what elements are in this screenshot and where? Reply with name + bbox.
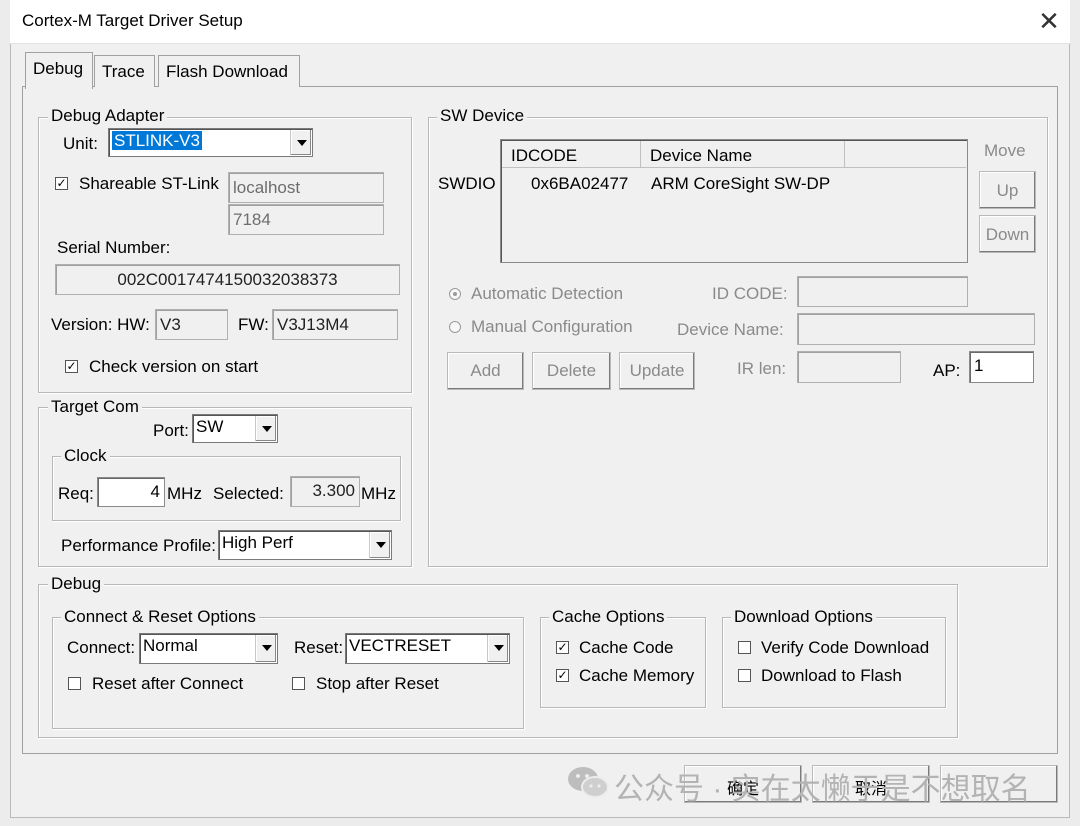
column-header-device-name[interactable]: Device Name — [641, 141, 845, 168]
version-hw-label: Version: HW: — [51, 315, 150, 334]
reset-label: Reset: — [294, 638, 344, 657]
id-code-label: ID CODE: — [712, 284, 788, 303]
ap-input[interactable]: 1 — [969, 351, 1034, 383]
fw-field[interactable]: V3J13M4 — [272, 309, 398, 340]
reset-after-connect-checkbox[interactable] — [68, 677, 81, 690]
shareable-label: Shareable ST-Link — [79, 174, 219, 193]
stop-after-reset-label: Stop after Reset — [316, 674, 439, 693]
fw-label: FW: — [238, 315, 269, 334]
ir-len-label: IR len: — [737, 359, 787, 378]
check-version-label: Check version on start — [89, 357, 259, 376]
add-button[interactable]: Add — [447, 352, 524, 390]
sw-device-label: SW Device — [437, 106, 528, 126]
connect-select[interactable]: Normal — [139, 633, 278, 664]
reset-after-connect-label: Reset after Connect — [92, 674, 244, 693]
reset-select[interactable]: VECTRESET — [345, 633, 510, 664]
row-idcode: 0x6BA02477 — [531, 174, 629, 193]
connect-label: Connect: — [67, 638, 136, 657]
serial-number-field[interactable]: 002C0017474150032038373 — [55, 264, 400, 295]
req-input[interactable]: 4 — [97, 477, 165, 507]
performance-profile-select[interactable]: High Perf — [218, 530, 392, 560]
manual-configuration-label: Manual Configuration — [471, 317, 633, 336]
debug-group-label: Debug — [48, 574, 105, 594]
table-row[interactable]: 0x6BA02477 ARM CoreSight SW-DP — [502, 168, 967, 196]
unit-select[interactable]: STLINK-V3 — [108, 128, 313, 157]
clock-label: Clock — [61, 446, 110, 466]
cache-options-group — [540, 617, 706, 708]
automatic-detection-radio[interactable] — [449, 288, 461, 300]
check-version-checkbox[interactable]: ✓ — [65, 360, 78, 373]
down-button[interactable]: Down — [979, 215, 1036, 253]
version-hw-field[interactable]: V3 — [155, 309, 228, 340]
device-name-field[interactable] — [797, 313, 1035, 345]
connect-reset-label: Connect & Reset Options — [61, 607, 259, 627]
tab-trace[interactable]: Trace — [94, 55, 155, 87]
serial-number-label: Serial Number: — [57, 238, 171, 257]
selected-field[interactable]: 3.300 — [290, 476, 360, 507]
tab-flash-download[interactable]: Flash Download — [158, 55, 300, 87]
tab-trace-label: Trace — [102, 62, 145, 81]
swdio-label: SWDIO — [438, 174, 496, 193]
device-table[interactable]: IDCODE Device Name 0x6BA02477 ARM CoreSi… — [500, 139, 968, 263]
tab-flash-download-label: Flash Download — [166, 62, 288, 81]
download-options-label: Download Options — [731, 607, 876, 627]
connect-value: Normal — [143, 636, 198, 655]
unit-value: STLINK-V3 — [112, 131, 202, 150]
performance-profile-value: High Perf — [222, 533, 293, 552]
delete-button[interactable]: Delete — [532, 352, 611, 390]
verify-download-checkbox[interactable] — [738, 641, 751, 654]
cache-memory-checkbox[interactable]: ✓ — [556, 669, 569, 682]
cache-code-checkbox[interactable]: ✓ — [556, 641, 569, 654]
update-button[interactable]: Update — [619, 352, 695, 390]
req-label: Req: — [58, 484, 94, 503]
chevron-down-icon[interactable] — [255, 416, 276, 441]
download-to-flash-label: Download to Flash — [761, 666, 902, 685]
verify-download-label: Verify Code Download — [761, 638, 930, 657]
mhz-label-req: MHz — [167, 484, 202, 503]
reset-value: VECTRESET — [349, 636, 452, 655]
performance-profile-label: Performance Profile: — [61, 536, 216, 555]
row-device-name: ARM CoreSight SW-DP — [651, 174, 831, 193]
download-options-group — [722, 617, 946, 708]
port-select[interactable]: SW — [192, 414, 278, 443]
close-icon[interactable]: ✕ — [1036, 6, 1062, 36]
chevron-down-icon[interactable] — [255, 635, 276, 662]
port-label: Port: — [153, 421, 189, 440]
column-header-idcode[interactable]: IDCODE — [502, 141, 641, 168]
id-code-field[interactable] — [797, 276, 968, 307]
shareable-checkbox[interactable]: ✓ — [55, 177, 68, 190]
chevron-down-icon[interactable] — [487, 635, 508, 662]
chevron-down-icon[interactable] — [369, 532, 390, 558]
debug-adapter-label: Debug Adapter — [48, 106, 168, 126]
cache-options-label: Cache Options — [549, 607, 668, 627]
manual-configuration-radio[interactable] — [449, 321, 461, 333]
cache-memory-label: Cache Memory — [579, 666, 695, 685]
wechat-logo-icon — [566, 765, 610, 801]
automatic-detection-label: Automatic Detection — [471, 284, 624, 303]
mhz-label-selected: MHz — [361, 484, 396, 503]
stop-after-reset-checkbox[interactable] — [292, 677, 305, 690]
watermark-text: 公众号 · 实在太懒于是不想取名 — [614, 773, 1031, 806]
up-button[interactable]: Up — [979, 171, 1036, 209]
column-header-empty — [845, 141, 966, 168]
cache-code-label: Cache Code — [579, 638, 674, 657]
tab-debug-label: Debug — [33, 59, 84, 78]
port-value: SW — [196, 417, 224, 436]
ir-len-field[interactable] — [797, 351, 901, 383]
download-to-flash-checkbox[interactable] — [738, 669, 751, 682]
host-field[interactable]: localhost — [228, 172, 384, 203]
device-name-label: Device Name: — [677, 320, 784, 339]
ap-label: AP: — [933, 361, 961, 380]
chevron-down-icon[interactable] — [290, 130, 311, 155]
port-number-field[interactable]: 7184 — [228, 204, 384, 235]
move-label: Move — [984, 141, 1026, 160]
tab-debug[interactable]: Debug — [25, 52, 93, 89]
window-title: Cortex-M Target Driver Setup — [22, 11, 243, 30]
unit-label: Unit: — [63, 134, 98, 153]
selected-label: Selected: — [213, 484, 284, 503]
target-com-label: Target Com — [48, 397, 142, 417]
